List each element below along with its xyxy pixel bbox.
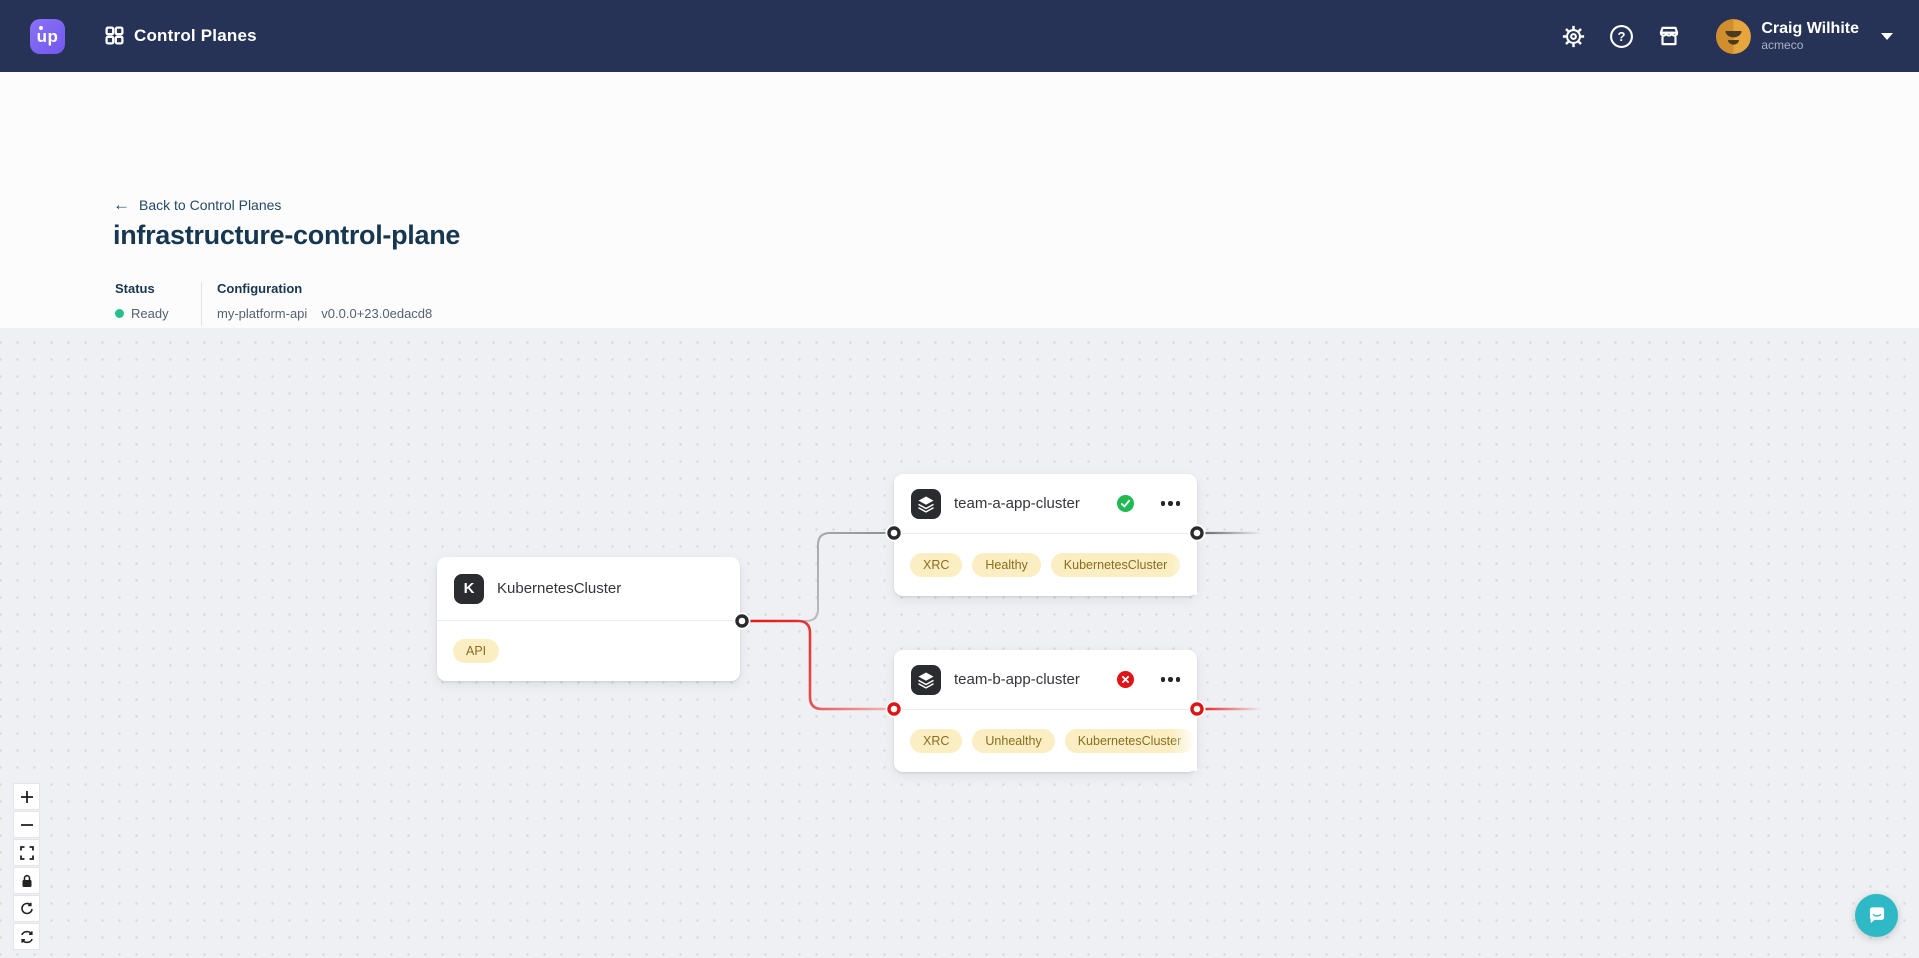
edge-kc-to-team-b <box>742 621 894 709</box>
node-title: KubernetesCluster <box>497 580 621 597</box>
badge-kind: KubernetesCluster <box>1051 553 1181 577</box>
zoom-in-button[interactable] <box>13 783 40 810</box>
page-title: infrastructure-control-plane <box>113 220 460 251</box>
layers-icon <box>911 665 941 695</box>
lock-button[interactable] <box>13 867 40 894</box>
node-team-a-app-cluster[interactable]: team-a-app-cluster XRC Healthy Kubernete… <box>894 474 1197 596</box>
healthy-check-icon <box>1117 495 1134 512</box>
back-link[interactable]: ← Back to Control Planes <box>113 197 281 213</box>
configuration-label: Configuration <box>217 281 432 296</box>
user-org: acmeco <box>1761 38 1859 52</box>
chat-launcher[interactable] <box>1855 894 1898 937</box>
back-arrow-icon: ← <box>113 198 130 212</box>
node-kubernetescluster[interactable]: K KubernetesCluster API <box>437 557 740 681</box>
status-value: Ready <box>131 306 169 321</box>
avatar[interactable] <box>1716 19 1751 54</box>
badge-xrc: XRC <box>910 729 962 753</box>
unhealthy-x-icon <box>1117 671 1134 688</box>
configuration-name: my-platform-api <box>217 306 307 321</box>
logo-dot <box>39 26 43 30</box>
node-team-b-app-cluster[interactable]: team-b-app-cluster XRC Unhealthy Kuberne… <box>894 650 1197 772</box>
node-menu-button[interactable] <box>1161 673 1181 686</box>
k-letter-icon: K <box>454 574 484 604</box>
page-header: ← Back to Control Planes infrastructure-… <box>0 72 1919 328</box>
status-block: Status Ready <box>115 281 169 321</box>
app-title: Control Planes <box>134 26 257 46</box>
settings-gear-icon[interactable] <box>1560 23 1586 49</box>
marketplace-icon[interactable] <box>1656 23 1682 49</box>
badge-healthy: Healthy <box>972 553 1040 577</box>
upbound-logo[interactable]: up <box>30 19 65 54</box>
edge-kc-to-team-a <box>742 533 894 621</box>
rotate-button[interactable] <box>13 895 40 922</box>
user-menu[interactable]: Craig Wilhite acmeco <box>1761 20 1859 52</box>
graph-canvas[interactable]: K KubernetesCluster API team-a-app-clust… <box>0 328 1919 958</box>
graph-edges <box>0 328 1919 958</box>
grid-icon[interactable] <box>104 25 125 51</box>
svg-text:?: ? <box>1617 29 1625 44</box>
canvas-controls <box>13 783 40 950</box>
chevron-down-icon[interactable] <box>1881 33 1893 40</box>
badge-api: API <box>453 639 499 663</box>
badge-truncation-fade <box>1171 534 1197 595</box>
badge-unhealthy: Unhealthy <box>972 729 1054 753</box>
user-name: Craig Wilhite <box>1761 20 1859 38</box>
status-label: Status <box>115 281 169 296</box>
refresh-button[interactable] <box>13 923 40 950</box>
configuration-version: v0.0.0+23.0edacd8 <box>321 306 432 321</box>
badge-truncation-fade <box>1171 710 1197 771</box>
back-link-label: Back to Control Planes <box>139 197 281 213</box>
fit-view-button[interactable] <box>13 839 40 866</box>
status-ready-dot <box>115 309 124 318</box>
top-navbar: up Control Planes <box>0 0 1919 72</box>
zoom-out-button[interactable] <box>13 811 40 838</box>
navbar-right: ? Craig Wilhite acmeco <box>1538 0 1919 72</box>
node-menu-button[interactable] <box>1161 497 1181 510</box>
configuration-block: Configuration my-platform-api v0.0.0+23.… <box>217 281 432 321</box>
help-icon[interactable]: ? <box>1608 23 1634 49</box>
meta-divider <box>201 282 202 326</box>
node-title: team-a-app-cluster <box>954 495 1080 512</box>
node-title: team-b-app-cluster <box>954 671 1080 688</box>
badge-xrc: XRC <box>910 553 962 577</box>
layers-icon <box>911 489 941 519</box>
